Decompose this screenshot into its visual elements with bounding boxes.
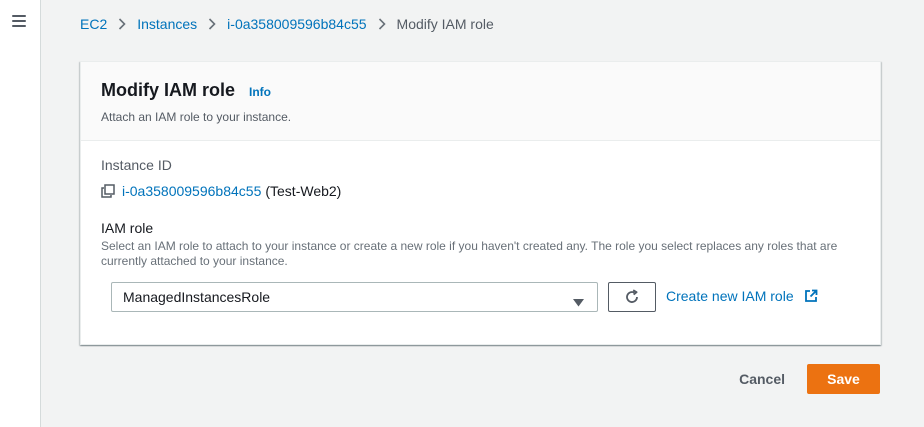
instance-id-row: i-0a358009596b84c55 (Test-Web2) — [101, 183, 860, 199]
instance-name: (Test-Web2) — [265, 183, 342, 199]
iam-role-select[interactable]: ManagedInstancesRole — [111, 282, 598, 312]
create-iam-role-label: Create new IAM role — [666, 288, 794, 304]
menu-bar — [12, 15, 26, 17]
panel-body: Instance ID i-0a358009596b84c55 (Test-We… — [81, 141, 880, 312]
breadcrumb-current: Modify IAM role — [396, 16, 494, 32]
save-button[interactable]: Save — [807, 364, 880, 394]
breadcrumb: EC2 Instances i-0a358009596b84c55 Modify… — [80, 15, 494, 33]
instance-id-link[interactable]: i-0a358009596b84c55 — [122, 183, 261, 199]
copy-icon[interactable] — [101, 184, 115, 198]
form-actions: Cancel Save — [719, 364, 880, 394]
chevron-right-icon — [208, 18, 216, 30]
panel-description: Attach an IAM role to your instance. — [101, 110, 292, 124]
cancel-button[interactable]: Cancel — [719, 364, 805, 394]
chevron-right-icon — [378, 18, 386, 30]
create-iam-role-link[interactable]: Create new IAM role — [666, 288, 818, 304]
info-link[interactable]: Info — [249, 85, 271, 99]
external-link-icon — [804, 289, 818, 303]
iam-role-controls: ManagedInstancesRole Create new IAM role — [101, 282, 860, 312]
panel-header: Modify IAM role Info Attach an IAM role … — [81, 62, 880, 141]
refresh-button[interactable] — [608, 282, 656, 312]
left-navigation-rail — [0, 0, 41, 427]
modify-iam-role-panel: Modify IAM role Info Attach an IAM role … — [80, 61, 881, 345]
page-title: Modify IAM role — [101, 80, 235, 100]
menu-bar — [12, 25, 26, 27]
breadcrumb-instances[interactable]: Instances — [137, 16, 197, 32]
iam-role-selected-value: ManagedInstancesRole — [123, 289, 271, 305]
iam-role-description: Select an IAM role to attach to your ins… — [101, 239, 838, 268]
refresh-icon — [624, 289, 640, 305]
breadcrumb-instance-id[interactable]: i-0a358009596b84c55 — [227, 16, 366, 32]
hamburger-menu-icon[interactable] — [12, 14, 26, 28]
instance-id-label: Instance ID — [101, 157, 172, 173]
chevron-right-icon — [118, 18, 126, 30]
iam-role-label: IAM role — [101, 220, 154, 236]
breadcrumb-ec2[interactable]: EC2 — [80, 16, 107, 32]
caret-down-icon — [573, 294, 584, 310]
menu-bar — [12, 20, 26, 22]
